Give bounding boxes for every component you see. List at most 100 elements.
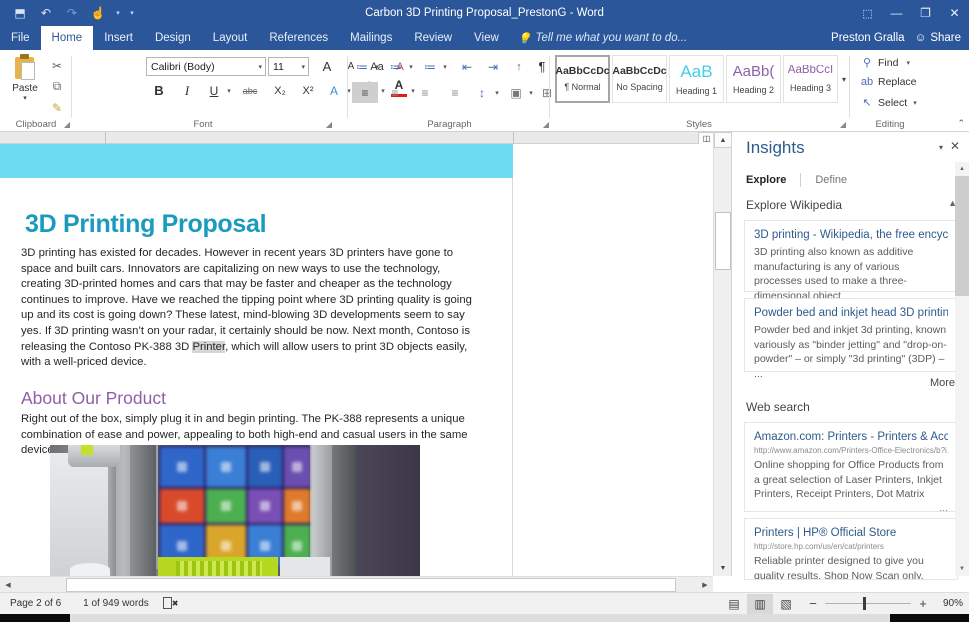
justify-button[interactable]: ≡ — [442, 82, 468, 103]
insights-options-caret-icon[interactable]: ▾ — [939, 143, 943, 152]
bullets-icon[interactable]: ≔ — [352, 56, 372, 77]
underline-caret-icon[interactable]: ▾ — [224, 82, 234, 100]
subscript-button[interactable]: X₂ — [268, 80, 292, 101]
clipboard-dialog-launcher[interactable]: ◢ — [64, 120, 70, 129]
insights-scroll-down-icon[interactable]: ▼ — [955, 562, 969, 576]
align-center-button[interactable]: ≡ — [382, 82, 408, 103]
style-normal[interactable]: AaBbCcDc ¶ Normal — [555, 55, 610, 103]
scroll-down-icon[interactable]: ▼ — [714, 560, 732, 576]
redo-icon[interactable]: ↷ — [60, 2, 84, 24]
scroll-right-icon[interactable]: ▶ — [697, 577, 713, 593]
result-title[interactable]: 3D printing - Wikipedia, the free encyc — [754, 228, 948, 242]
touch-mode-caret-icon[interactable]: ▾ — [112, 9, 124, 17]
tab-explore[interactable]: Explore — [746, 174, 800, 186]
document-page[interactable]: 3D Printing Proposal 3D printing has exi… — [0, 144, 513, 576]
insights-close-icon[interactable]: ✕ — [950, 139, 960, 153]
tab-home[interactable]: Home — [40, 26, 94, 50]
replace-button[interactable]: ab Replace — [860, 76, 917, 88]
result-title[interactable]: Amazon.com: Printers - Printers & Acce — [754, 430, 948, 444]
styles-dialog-launcher[interactable]: ◢ — [840, 120, 846, 129]
save-icon[interactable]: ⬒ — [8, 2, 32, 24]
style-heading-3[interactable]: AaBbCcI Heading 3 — [783, 55, 838, 103]
scroll-left-icon[interactable]: ◀ — [0, 577, 16, 593]
undo-icon[interactable]: ↶ — [34, 2, 58, 24]
web-layout-view-button[interactable]: ▧ — [773, 594, 799, 614]
insights-scroll-thumb[interactable] — [955, 176, 969, 296]
find-button[interactable]: ⚲ Find ▾ — [860, 56, 910, 70]
paragraph-dialog-launcher[interactable]: ◢ — [543, 120, 549, 129]
font-dialog-launcher[interactable]: ◢ — [326, 120, 332, 129]
print-layout-view-button[interactable]: ▥ — [747, 593, 773, 614]
tab-layout[interactable]: Layout — [202, 26, 259, 50]
bullets-caret-icon[interactable]: ▾ — [372, 58, 382, 76]
horizontal-scroll-track[interactable] — [16, 578, 697, 592]
font-name-combobox[interactable]: Calibri (Body) ▾ — [146, 57, 266, 76]
zoom-slider-thumb[interactable] — [863, 597, 866, 610]
style-heading-2[interactable]: AaBb( Heading 2 — [726, 55, 781, 103]
font-size-combobox[interactable]: 11 ▾ — [268, 57, 309, 76]
scroll-up-icon[interactable]: ▲ — [714, 132, 732, 148]
paste-caret-icon[interactable]: ▾ — [23, 94, 27, 102]
tab-design[interactable]: Design — [144, 26, 202, 50]
underline-button[interactable]: U — [204, 80, 224, 101]
document-image-3d-printer[interactable] — [50, 445, 420, 576]
italic-button[interactable]: I — [176, 80, 198, 101]
tab-review[interactable]: Review — [403, 26, 463, 50]
share-button[interactable]: ☺ Share — [915, 32, 961, 44]
line-spacing-caret-icon[interactable]: ▾ — [492, 84, 502, 102]
tab-file[interactable]: File — [0, 26, 41, 50]
font-name-caret-icon[interactable]: ▾ — [258, 63, 262, 71]
web-result-card[interactable]: Amazon.com: Printers - Printers & Acce h… — [744, 422, 958, 514]
insights-scroll-up-icon[interactable]: ▲ — [955, 162, 969, 176]
zoom-slider[interactable] — [825, 597, 911, 610]
style-heading-1[interactable]: AaB Heading 1 — [669, 55, 724, 103]
web-result-card[interactable]: Printers | HP® Official Store http://sto… — [744, 518, 958, 580]
word-count-status[interactable]: 1 of 949 words — [83, 598, 149, 609]
insights-vertical-scrollbar[interactable]: ▲ ▼ — [955, 162, 969, 576]
decrease-indent-icon[interactable]: ⇤ — [456, 56, 478, 77]
font-size-caret-icon[interactable]: ▾ — [301, 63, 305, 71]
line-spacing-icon[interactable]: ↕ — [472, 82, 492, 103]
tell-me-search[interactable]: 💡 Tell me what you want to do... — [510, 26, 695, 50]
shading-caret-icon[interactable]: ▾ — [526, 84, 536, 102]
copy-icon[interactable]: ⧉ — [46, 76, 68, 97]
tab-insert[interactable]: Insert — [93, 26, 144, 50]
numbering-icon[interactable]: ≔ — [386, 56, 406, 77]
restore-button[interactable]: ❐ — [911, 0, 940, 26]
paste-button[interactable]: Paste ▾ — [6, 54, 44, 102]
numbering-caret-icon[interactable]: ▾ — [406, 58, 416, 76]
tab-mailings[interactable]: Mailings — [339, 26, 403, 50]
increase-indent-icon[interactable]: ⇥ — [482, 56, 504, 77]
wikipedia-more-link[interactable]: More — [930, 377, 955, 389]
wikipedia-result-card[interactable]: Powder bed and inkjet head 3D printin Po… — [744, 298, 958, 380]
document-horizontal-scrollbar[interactable]: ◀ ▶ — [0, 576, 713, 592]
tab-view[interactable]: View — [463, 26, 510, 50]
collapse-ribbon-icon[interactable]: ⌃ — [957, 118, 965, 129]
ribbon-display-options-icon[interactable]: ⬚ — [853, 0, 882, 26]
horizontal-scroll-thumb[interactable] — [66, 578, 676, 592]
zoom-in-button[interactable]: + — [917, 596, 929, 611]
read-mode-view-button[interactable]: ▤ — [721, 594, 747, 614]
multilevel-list-icon[interactable]: ≔ — [420, 56, 440, 77]
style-no-spacing[interactable]: AaBbCcDc No Spacing — [612, 55, 667, 103]
align-right-button[interactable]: ≡ — [412, 82, 438, 103]
select-caret-icon[interactable]: ▾ — [913, 99, 917, 107]
grow-font-icon[interactable]: A — [316, 56, 338, 77]
wikipedia-result-card[interactable]: 3D printing - Wikipedia, the free encyc … — [744, 220, 958, 302]
page-number-status[interactable]: Page 2 of 6 — [10, 598, 61, 609]
format-painter-icon[interactable]: ✎ — [46, 97, 68, 118]
result-title[interactable]: Powder bed and inkjet head 3D printin — [754, 306, 948, 320]
document-vertical-scrollbar[interactable]: ▲ ▼ — [713, 132, 732, 576]
proofing-errors-icon[interactable]: ✖ — [162, 596, 179, 611]
shading-icon[interactable]: ▣ — [506, 82, 526, 103]
text-effects-icon[interactable]: A — [324, 80, 344, 101]
selected-word[interactable]: Printer — [192, 340, 226, 353]
close-button[interactable]: ✕ — [940, 0, 969, 26]
touch-mode-icon[interactable]: ☝ — [86, 2, 110, 24]
zoom-out-button[interactable]: − — [807, 596, 819, 611]
vertical-scroll-thumb[interactable] — [715, 212, 731, 270]
user-name[interactable]: Preston Gralla — [831, 32, 905, 44]
result-title[interactable]: Printers | HP® Official Store — [754, 526, 948, 540]
tab-define[interactable]: Define — [815, 174, 861, 186]
sort-icon[interactable]: ↑ — [508, 56, 530, 77]
